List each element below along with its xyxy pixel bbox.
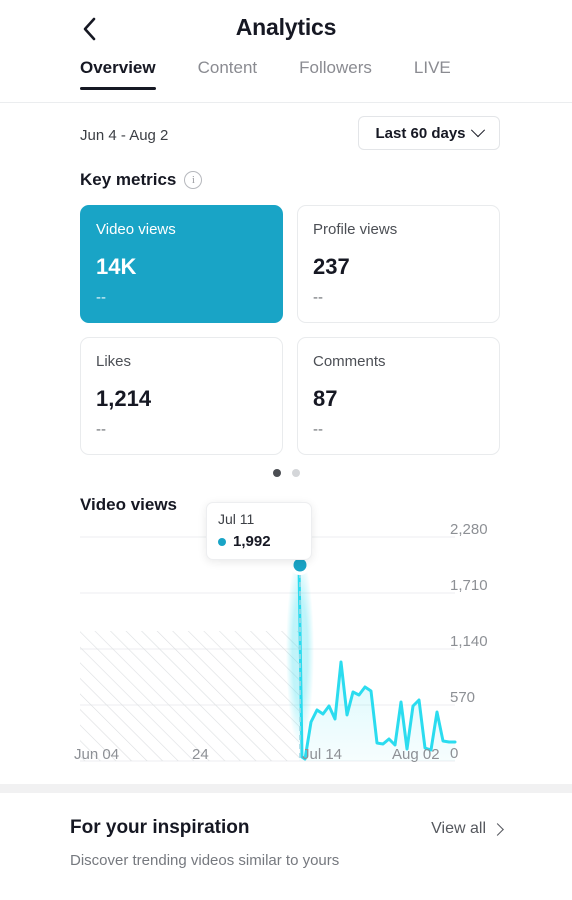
metric-delta: -- xyxy=(96,420,106,438)
view-all-label: View all xyxy=(431,820,486,837)
section-divider xyxy=(0,784,572,793)
y-tick-4: 2,280 xyxy=(450,521,488,538)
metric-card-profile-views[interactable]: Profile views 237 -- xyxy=(297,205,500,323)
metric-delta: -- xyxy=(313,288,323,306)
metric-delta: -- xyxy=(96,288,106,306)
inspiration-section: For your inspiration View all Discover t… xyxy=(70,817,504,869)
metric-card-grid: Video views 14K -- Profile views 237 -- … xyxy=(80,205,500,455)
page-title: Analytics xyxy=(235,14,337,40)
chevron-right-icon xyxy=(491,822,504,836)
y-tick-3: 1,710 xyxy=(450,577,488,594)
tooltip-value: 1,992 xyxy=(233,533,271,551)
metric-value: 237 xyxy=(313,253,350,279)
metric-card-comments[interactable]: Comments 87 -- xyxy=(297,337,500,455)
inspiration-title: For your inspiration xyxy=(70,817,250,838)
y-tick-1: 570 xyxy=(450,689,476,706)
key-metrics-header: Key metrics i xyxy=(80,165,572,195)
chart-title: Video views xyxy=(80,495,178,514)
no-data-region xyxy=(80,631,299,761)
x-tick-1: 24 xyxy=(192,746,209,763)
header: Analytics xyxy=(0,0,572,58)
view-all-button[interactable]: View all xyxy=(431,820,504,838)
tab-content[interactable]: Content xyxy=(198,58,258,89)
date-range-selector[interactable]: Last 60 days xyxy=(358,116,500,150)
info-glyph: i xyxy=(191,173,195,186)
metric-value: 14K xyxy=(96,253,137,279)
chevron-down-icon xyxy=(470,123,485,138)
metric-label: Comments xyxy=(313,353,386,370)
key-metrics-title: Key metrics xyxy=(80,170,177,189)
metric-card-video-views[interactable]: Video views 14K -- xyxy=(80,205,283,323)
metric-card-likes[interactable]: Likes 1,214 -- xyxy=(80,337,283,455)
x-tick-3: Aug 02 xyxy=(392,746,440,763)
analytics-screen: Analytics Overview Content Followers LIV… xyxy=(0,0,572,900)
inspiration-subtitle: Discover trending videos similar to your… xyxy=(70,852,340,869)
pager-dot-2[interactable] xyxy=(291,469,300,477)
date-range-row: Jun 4 - Aug 2 Last 60 days xyxy=(0,111,572,165)
tooltip-bullet-icon xyxy=(218,537,226,546)
info-icon[interactable]: i xyxy=(184,171,203,189)
metric-label: Video views xyxy=(96,221,176,238)
metric-delta: -- xyxy=(313,420,323,438)
tab-followers[interactable]: Followers xyxy=(299,58,372,89)
x-tick-2: Jul 14 xyxy=(302,746,343,763)
tab-bar: Overview Content Followers LIVE xyxy=(0,58,572,103)
card-pager xyxy=(0,469,572,477)
metric-label: Likes xyxy=(96,353,132,370)
chart-tooltip: Jul 11 1,992 xyxy=(206,502,312,561)
y-tick-2: 1,140 xyxy=(450,633,488,650)
tooltip-date: Jul 11 xyxy=(218,511,255,527)
metric-value: 87 xyxy=(313,385,338,411)
metric-label: Profile views xyxy=(313,221,398,238)
tab-live[interactable]: LIVE xyxy=(414,58,451,89)
y-tick-0: 0 xyxy=(450,745,459,762)
date-range-text: Jun 4 - Aug 2 xyxy=(80,127,169,144)
date-range-selector-label: Last 60 days xyxy=(375,124,466,142)
metric-value: 1,214 xyxy=(96,385,152,411)
pager-dot-1[interactable] xyxy=(272,469,281,477)
tab-overview[interactable]: Overview xyxy=(80,58,156,90)
x-tick-0: Jun 04 xyxy=(74,746,120,763)
